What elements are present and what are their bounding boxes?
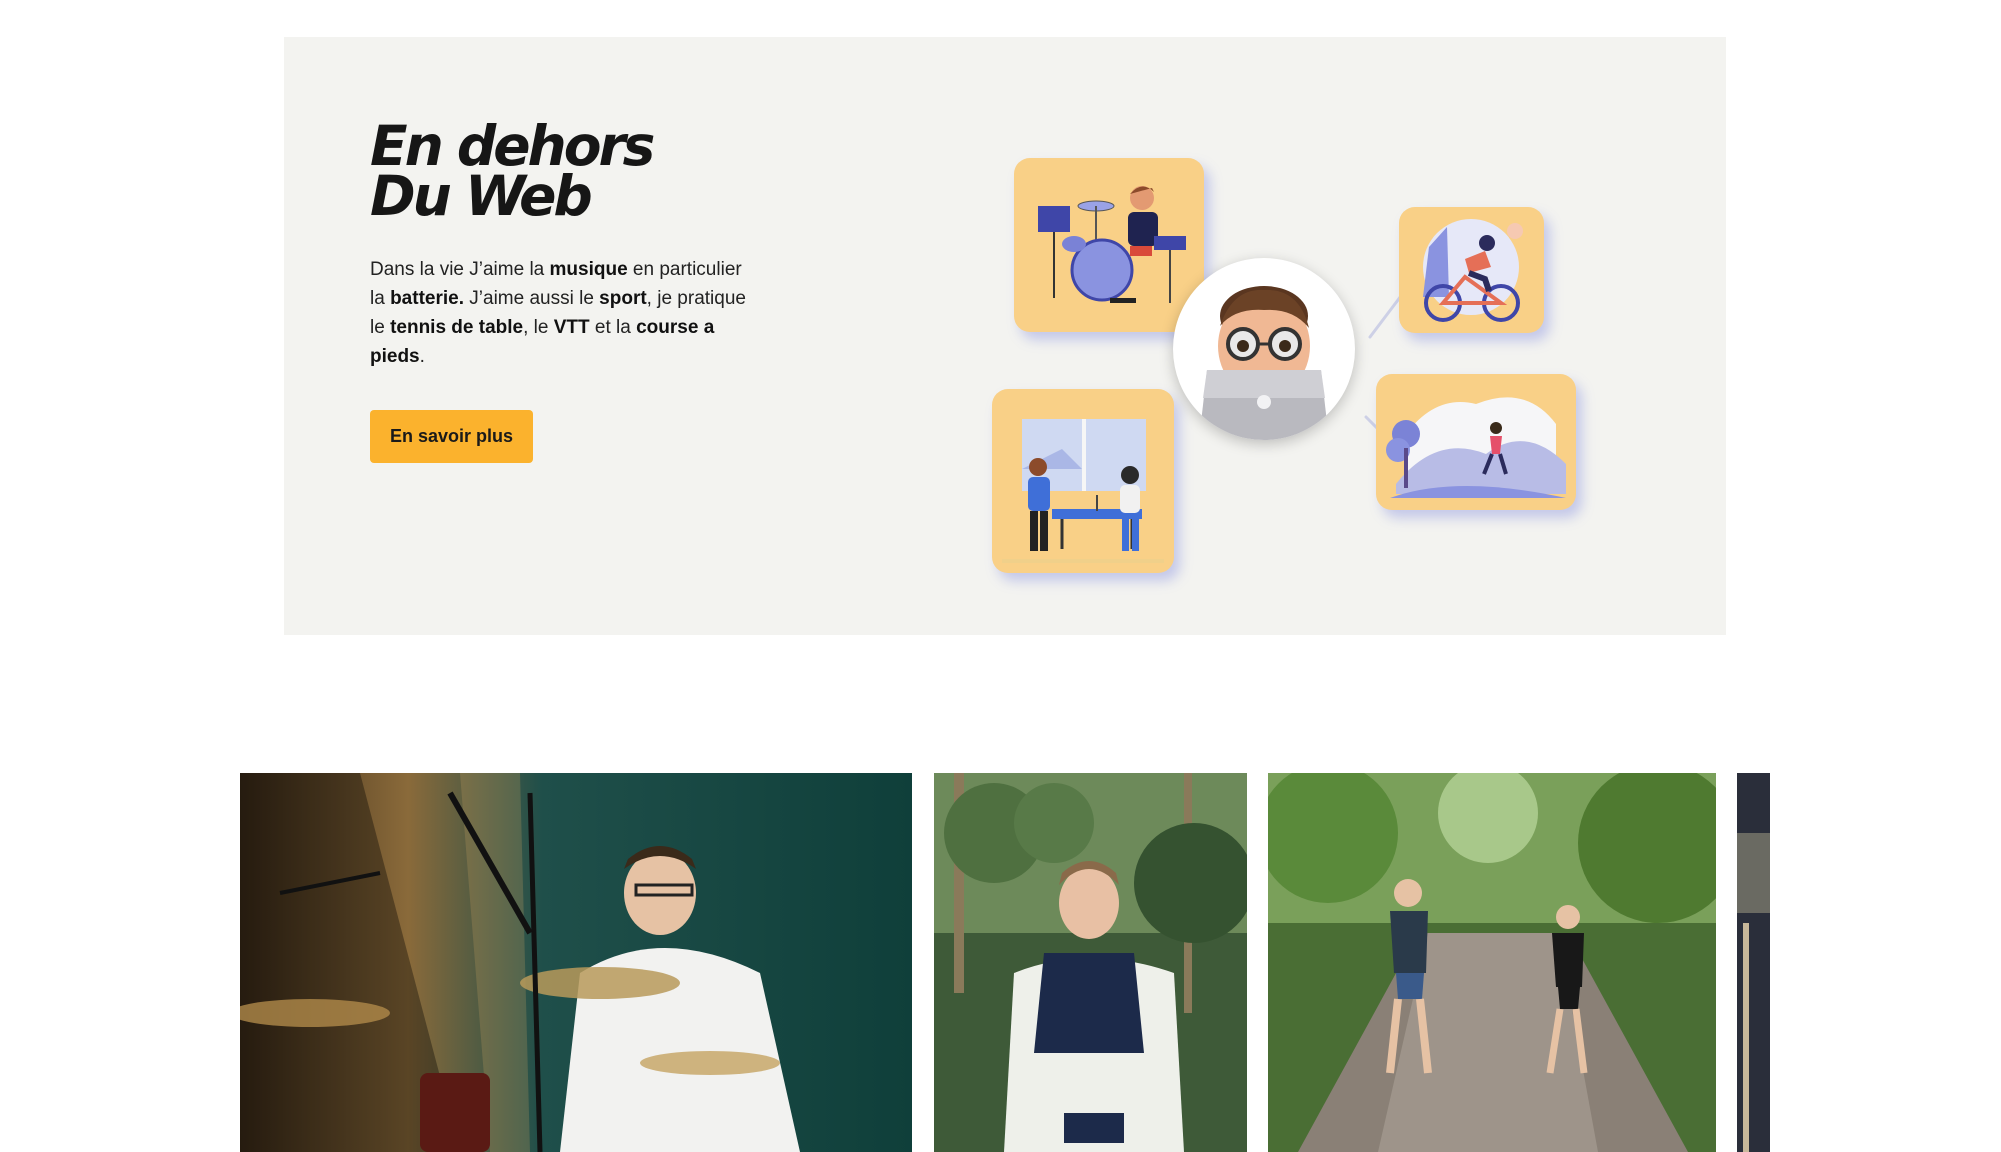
two-runners-photo xyxy=(1268,773,1716,1152)
desc-text: et la xyxy=(589,317,637,338)
desc-text: J’aime aussi le xyxy=(464,288,600,309)
running-icon xyxy=(1386,397,1566,498)
hobbies-illustration xyxy=(884,107,1644,597)
drummer-photo xyxy=(240,773,912,1152)
desc-bold: musique xyxy=(549,259,628,280)
table-tennis-card xyxy=(992,389,1174,573)
section-title: En dehors Du Web xyxy=(370,119,655,228)
drums-icon xyxy=(1038,186,1186,303)
cycling-icon xyxy=(1423,219,1523,322)
desc-bold: sport xyxy=(599,288,647,309)
partial-image xyxy=(1737,773,1770,1152)
drums-card xyxy=(1014,158,1204,332)
trail-runner-image xyxy=(934,773,1247,1152)
table-tennis-icon xyxy=(1002,419,1164,563)
partial-photo xyxy=(1737,773,1770,1152)
two-runners-image xyxy=(1268,773,1716,1152)
photo-gallery xyxy=(240,773,1770,1152)
about-section: En dehors Du Web Dans la vie J’aime la m… xyxy=(284,37,1726,635)
memoji-avatar xyxy=(1173,258,1355,440)
desc-bold: batterie. xyxy=(390,288,464,309)
desc-text: Dans la vie J’aime la xyxy=(370,259,550,280)
drummer-image xyxy=(240,773,912,1152)
desc-text: , le xyxy=(523,317,554,338)
learn-more-button[interactable]: En savoir plus xyxy=(370,410,533,463)
section-description: Dans la vie J’aime la musique en particu… xyxy=(370,255,760,371)
cycling-card xyxy=(1399,207,1544,333)
trail-runner-photo xyxy=(934,773,1247,1152)
section-title-line2: Du Web xyxy=(370,164,593,228)
desc-bold: VTT xyxy=(553,317,590,338)
running-card xyxy=(1376,374,1576,510)
desc-bold: tennis de table xyxy=(390,317,524,338)
memoji-laptop-icon xyxy=(1199,286,1329,440)
desc-text: . xyxy=(419,346,425,367)
